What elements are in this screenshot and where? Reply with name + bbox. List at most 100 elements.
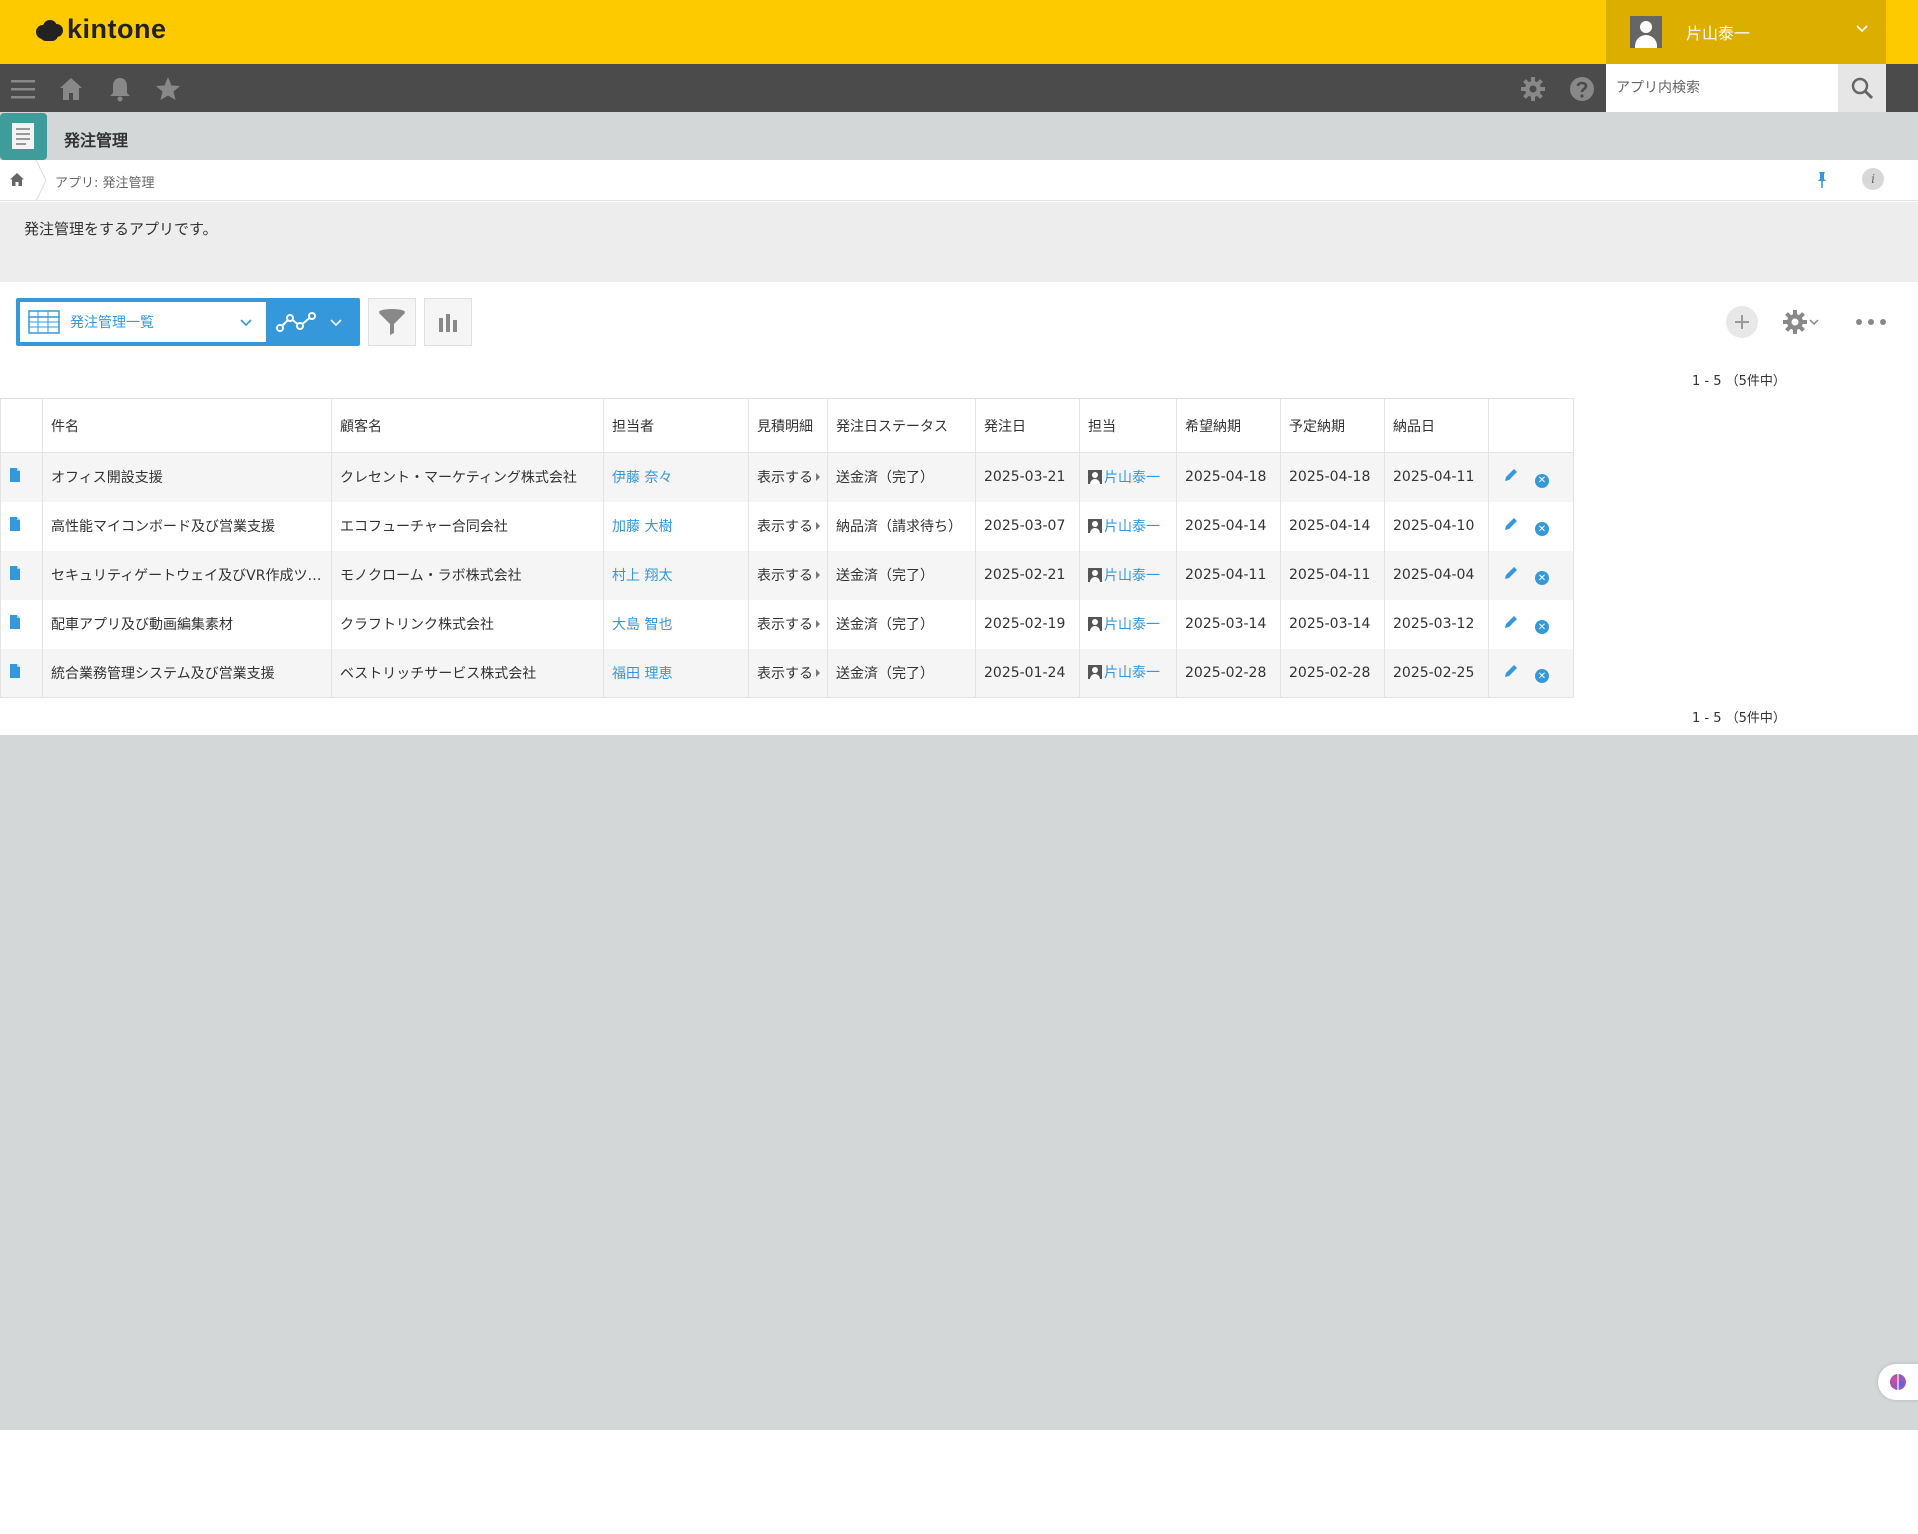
more-options-button[interactable] bbox=[1856, 312, 1886, 332]
table-header-row: 件名 顧客名 担当者 見積明細 発注日ステータス 発注日 担当 希望納期 予定納… bbox=[0, 398, 1574, 453]
table-row[interactable]: 統合業務管理システム及び営業支援 ベストリッチサービス株式会社 福田 理恵 表示する送… bbox=[0, 648, 1574, 698]
caret-right-icon bbox=[816, 668, 820, 677]
show-details-toggle[interactable]: 表示する bbox=[757, 663, 820, 683]
delete-icon[interactable]: ✕ bbox=[1535, 473, 1549, 488]
pin-icon[interactable] bbox=[1812, 170, 1832, 190]
user-link[interactable]: 片山泰一 bbox=[1088, 467, 1160, 487]
user-link[interactable]: 片山泰一 bbox=[1088, 614, 1160, 634]
cell-desired: 2025-03-14 bbox=[1176, 599, 1281, 649]
gear-icon[interactable] bbox=[1520, 76, 1546, 102]
record-detail-cell[interactable] bbox=[0, 501, 43, 551]
kintone-logo[interactable]: kintone bbox=[34, 14, 167, 45]
graph-view-button[interactable] bbox=[272, 306, 356, 338]
edit-pencil-icon[interactable] bbox=[1503, 663, 1519, 679]
record-detail-cell[interactable] bbox=[0, 648, 43, 698]
user-link[interactable]: 福田 理恵 bbox=[612, 666, 672, 682]
app-search-input[interactable] bbox=[1606, 64, 1838, 112]
breadcrumb-home-icon[interactable] bbox=[9, 172, 25, 188]
breadcrumb-app-link[interactable]: アプリ: 発注管理 bbox=[55, 172, 155, 191]
cell-owner[interactable]: 片山泰一 bbox=[1079, 452, 1177, 502]
user-link[interactable]: 加藤 大樹 bbox=[612, 519, 672, 535]
cell-owner[interactable]: 片山泰一 bbox=[1079, 550, 1177, 600]
cell-rep[interactable]: 福田 理恵 bbox=[603, 648, 749, 698]
user-link[interactable]: 伊藤 奈々 bbox=[612, 470, 672, 486]
delete-icon[interactable]: ✕ bbox=[1535, 620, 1549, 635]
edit-pencil-icon[interactable] bbox=[1503, 467, 1519, 483]
ai-assistant-button[interactable] bbox=[1878, 1364, 1918, 1400]
column-header-detail bbox=[0, 398, 43, 453]
show-details-toggle[interactable]: 表示する bbox=[757, 467, 820, 487]
cell-rep[interactable]: 加藤 大樹 bbox=[603, 501, 749, 551]
table-row[interactable]: セキュリティゲートウェイ及びVR作成ツ… モノクローム・ラボ株式会社 村上 翔太 表示… bbox=[0, 550, 1574, 600]
info-icon[interactable]: i bbox=[1862, 168, 1884, 190]
user-link[interactable]: 片山泰一 bbox=[1088, 516, 1160, 536]
user-name: 片山泰一 bbox=[1104, 665, 1160, 682]
menu-icon[interactable] bbox=[10, 76, 36, 102]
filter-button[interactable] bbox=[368, 298, 416, 346]
document-icon[interactable] bbox=[9, 468, 21, 483]
cell-quote[interactable]: 表示する bbox=[748, 648, 828, 698]
cell-owner[interactable]: 片山泰一 bbox=[1079, 599, 1177, 649]
column-header[interactable]: 発注日 bbox=[975, 398, 1080, 453]
document-icon[interactable] bbox=[9, 566, 21, 580]
show-details-toggle[interactable]: 表示する bbox=[757, 614, 820, 634]
show-details-toggle[interactable]: 表示する bbox=[757, 516, 820, 536]
column-header[interactable]: 予定納期 bbox=[1280, 398, 1385, 453]
cell-rep[interactable]: 伊藤 奈々 bbox=[603, 452, 749, 502]
app-settings-button[interactable] bbox=[1782, 306, 1828, 338]
cell-quote[interactable]: 表示する bbox=[748, 501, 828, 551]
delete-icon[interactable]: ✕ bbox=[1535, 522, 1549, 537]
delete-icon[interactable]: ✕ bbox=[1535, 571, 1549, 586]
cell-owner[interactable]: 片山泰一 bbox=[1079, 648, 1177, 698]
table-row[interactable]: 配車アプリ及び動画編集素材 クラフトリンク株式会社 大島 智也 表示する 送金済（完了）… bbox=[0, 599, 1574, 649]
user-icon bbox=[1088, 567, 1102, 582]
cell-quote[interactable]: 表示する bbox=[748, 550, 828, 600]
document-icon[interactable] bbox=[9, 517, 21, 531]
record-detail-cell[interactable] bbox=[0, 452, 43, 502]
app-title-bar: 発注管理 bbox=[0, 112, 1918, 160]
star-icon[interactable] bbox=[155, 76, 181, 102]
record-detail-cell[interactable] bbox=[0, 599, 43, 649]
cell-rep[interactable]: 村上 翔太 bbox=[603, 550, 749, 600]
user-link[interactable]: 大島 智也 bbox=[612, 617, 672, 633]
cell-quote[interactable]: 表示する bbox=[748, 599, 828, 649]
column-header[interactable]: 件名 bbox=[42, 398, 332, 453]
cell-customer: エコフューチャー合同会社 bbox=[331, 501, 604, 551]
help-icon[interactable] bbox=[1569, 76, 1595, 102]
show-details-toggle[interactable]: 表示する bbox=[757, 565, 820, 585]
user-link[interactable]: 片山泰一 bbox=[1088, 565, 1160, 585]
add-record-button[interactable] bbox=[1726, 306, 1758, 338]
cell-desired: 2025-04-11 bbox=[1176, 550, 1281, 600]
column-header[interactable]: 納品日 bbox=[1384, 398, 1489, 453]
table-row[interactable]: 高性能マイコンボード及び営業支援 エコフューチャー合同会社 加藤 大樹 表示する 納品済… bbox=[0, 501, 1574, 551]
record-detail-cell[interactable] bbox=[0, 550, 43, 600]
cell-desired: 2025-04-14 bbox=[1176, 501, 1281, 551]
edit-pencil-icon[interactable] bbox=[1503, 614, 1519, 630]
column-header[interactable]: 顧客名 bbox=[331, 398, 604, 453]
column-header[interactable]: 発注日ステータス bbox=[827, 398, 976, 453]
document-icon[interactable] bbox=[9, 615, 21, 629]
cell-rep[interactable]: 大島 智也 bbox=[603, 599, 749, 649]
view-dropdown[interactable]: 発注管理一覧 bbox=[20, 302, 266, 342]
cell-owner[interactable]: 片山泰一 bbox=[1079, 501, 1177, 551]
document-icon[interactable] bbox=[9, 663, 21, 678]
edit-pencil-icon[interactable] bbox=[1503, 565, 1519, 581]
show-details-label: 表示する bbox=[757, 665, 813, 682]
column-header[interactable]: 見積明細 bbox=[748, 398, 828, 453]
edit-pencil-icon[interactable] bbox=[1503, 516, 1519, 532]
column-header[interactable]: 担当 bbox=[1079, 398, 1177, 453]
cell-subject: オフィス開設支援 bbox=[42, 452, 332, 502]
home-icon[interactable] bbox=[58, 76, 84, 102]
column-header[interactable]: 希望納期 bbox=[1176, 398, 1281, 453]
user-menu[interactable]: 片山泰一 bbox=[1606, 0, 1886, 64]
delete-icon[interactable]: ✕ bbox=[1535, 669, 1549, 683]
table-row[interactable]: オフィス開設支援 クレセント・マーケティング株式会社 伊藤 奈々 表示する 送金済（完了… bbox=[0, 452, 1574, 502]
cell-quote[interactable]: 表示する bbox=[748, 452, 828, 502]
user-link[interactable]: 片山泰一 bbox=[1088, 662, 1160, 682]
column-header[interactable]: 担当者 bbox=[603, 398, 749, 453]
cell-delivered: 2025-03-12 bbox=[1384, 599, 1489, 649]
graph-button[interactable] bbox=[424, 298, 472, 346]
search-button[interactable] bbox=[1838, 64, 1886, 112]
bell-icon[interactable] bbox=[107, 76, 133, 102]
user-link[interactable]: 村上 翔太 bbox=[612, 568, 672, 584]
